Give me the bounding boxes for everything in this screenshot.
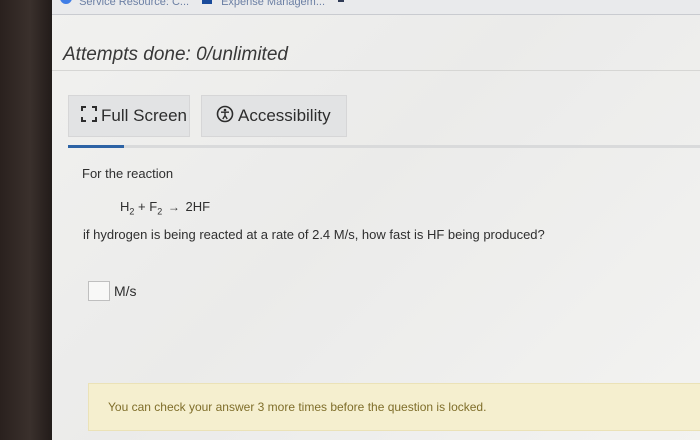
progress-indicator: [68, 145, 124, 148]
photo-frame: Service Resource: C... Expense Managem..…: [0, 0, 700, 440]
answer-row: M/s: [88, 281, 137, 301]
bookmark-label: Expense Managem...: [221, 0, 326, 8]
full-screen-button[interactable]: Full Screen: [68, 95, 190, 137]
full-screen-label: Full Screen: [101, 106, 187, 125]
attempts-counter: Attempts done: 0/unlimited: [63, 44, 288, 65]
reactant-h-subscript: 2: [129, 206, 135, 217]
browser-bookmarks-bar: Service Resource: C... Expense Managem..…: [52, 0, 700, 15]
bookmark-service-resource[interactable]: Service Resource: C...: [60, 0, 189, 10]
accessibility-icon: [216, 105, 234, 128]
question-intro: For the reaction: [82, 166, 174, 181]
divider: [52, 70, 700, 71]
answer-unit: M/s: [114, 283, 137, 299]
plus-sign: +: [138, 199, 146, 214]
reactant-f: F: [149, 199, 158, 214]
fullscreen-icon: [81, 105, 97, 127]
question-progress-bar: [68, 145, 700, 148]
app-icon: [202, 0, 212, 4]
notice-text: You can check your answer 3 more times b…: [108, 400, 487, 414]
reactant-h: H: [120, 199, 130, 214]
question-prompt: if hydrogen is being reacted at a rate o…: [83, 227, 545, 242]
chemical-equation: H2 + F2 → 2HF: [120, 199, 210, 217]
accessibility-button[interactable]: Accessibility: [201, 95, 347, 137]
accessibility-label: Accessibility: [238, 106, 331, 125]
reactant-f-subscript: 2: [157, 206, 163, 217]
cloud-icon: [60, 0, 72, 4]
extension-icon: [338, 0, 345, 2]
monitor-screen: Service Resource: C... Expense Managem..…: [52, 0, 700, 440]
bookmark-expense-management[interactable]: Expense Managem...: [202, 0, 345, 10]
reaction-arrow: →: [167, 200, 180, 214]
attempts-remaining-notice: You can check your answer 3 more times b…: [88, 383, 700, 431]
product: 2HF: [185, 199, 211, 214]
bookmark-label: Service Resource: C...: [79, 0, 190, 8]
answer-input[interactable]: [88, 281, 110, 301]
